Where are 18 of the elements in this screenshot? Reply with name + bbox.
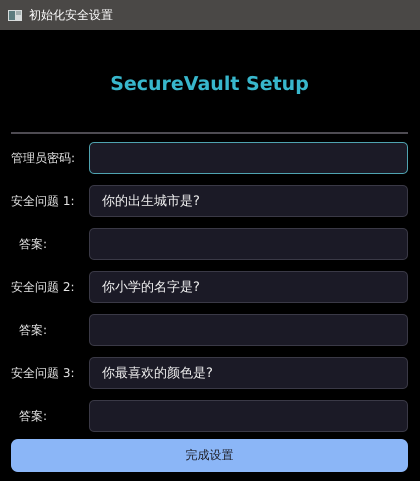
field-label: 安全问题 2: [11,278,76,296]
app-heading: SecureVault Setup [110,72,309,97]
question-field[interactable]: 你的出生城市是? [89,185,408,217]
window-title: 初始化安全设置 [29,6,113,24]
answer-field[interactable] [89,400,408,432]
field-label: 安全问题 1: [11,192,76,210]
question-field[interactable]: 你最喜欢的颜色是? [89,357,408,389]
field-label: 安全问题 3: [11,364,76,382]
question-field[interactable]: 你小学的名字是? [89,271,408,303]
answer-field[interactable] [89,314,408,346]
field-label: 管理员密码: [11,150,76,166]
field-label: 答案: [18,408,48,424]
password-field[interactable] [89,142,408,174]
finish-button[interactable]: 完成设置 [11,439,408,472]
answer-field[interactable] [89,228,408,260]
field-label: 答案: [18,322,48,338]
field-label: 答案: [18,236,48,252]
window-icon [8,10,22,20]
